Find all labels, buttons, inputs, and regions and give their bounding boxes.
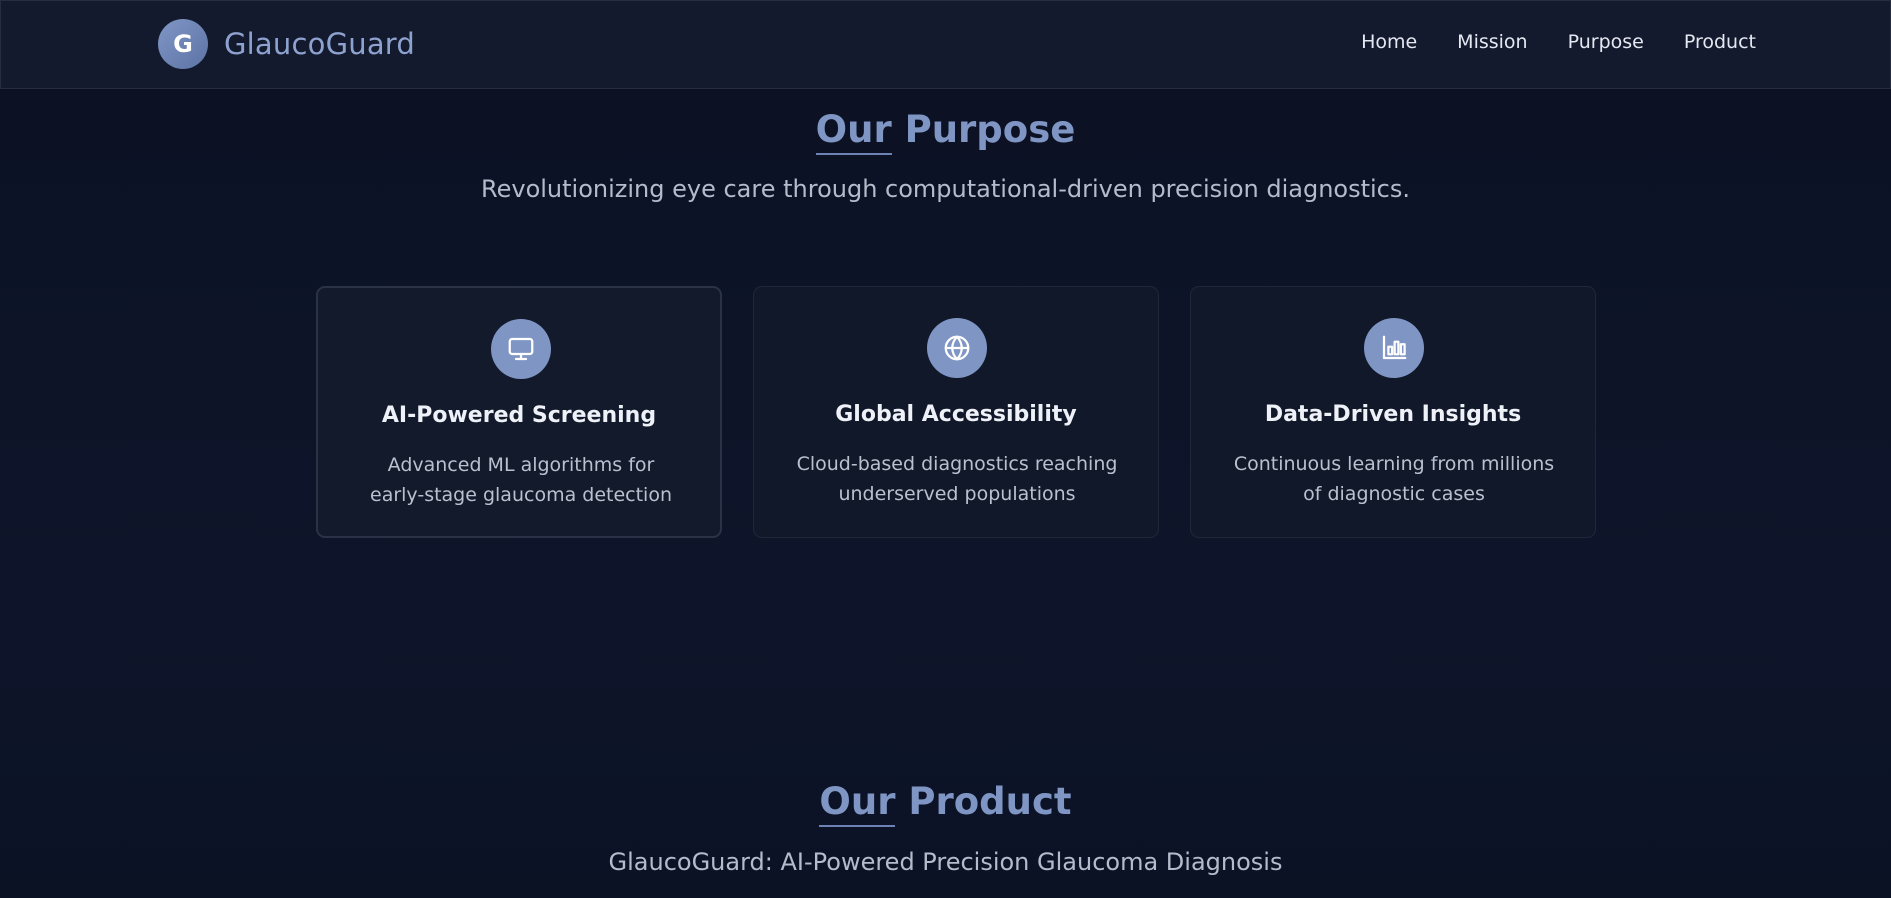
nav-link-home[interactable]: Home [1361, 31, 1417, 53]
product-title: Our Product [0, 780, 1891, 827]
purpose-subtitle: Revolutionizing eye care through computa… [481, 175, 1410, 203]
nav-links: Home Mission Purpose Product [1361, 31, 1756, 53]
card-description: Cloud-based diagnostics reaching underse… [796, 453, 1118, 505]
product-subtitle: GlaucoGuard: AI-Powered Precision Glauco… [608, 848, 1283, 876]
card-title: Global Accessibility [835, 402, 1077, 427]
card-data-insights[interactable]: Data-Driven Insights Continuous learning… [1190, 286, 1596, 538]
logo-icon: G [158, 19, 208, 69]
nav-link-product[interactable]: Product [1684, 31, 1756, 53]
card-global-accessibility[interactable]: Global Accessibility Cloud-based diagnos… [753, 286, 1159, 538]
monitor-icon [491, 319, 551, 379]
brand-name: GlaucoGuard [224, 27, 416, 61]
purpose-title-underlined: Our [815, 108, 892, 155]
brand[interactable]: G GlaucoGuard [158, 19, 415, 69]
card-title: Data-Driven Insights [1264, 402, 1522, 427]
nav-link-purpose[interactable]: Purpose [1568, 31, 1644, 53]
purpose-title: Our Purpose [0, 108, 1891, 155]
bar-chart-icon [1364, 318, 1424, 378]
card-ai-screening[interactable]: AI-Powered Screening Advanced ML algorit… [316, 286, 722, 538]
purpose-title-rest: Purpose [904, 108, 1076, 151]
globe-icon [927, 318, 987, 378]
top-navbar: G GlaucoGuard Home Mission Purpose Produ… [0, 0, 1891, 89]
card-title: AI-Powered Screening [381, 403, 657, 428]
nav-link-mission[interactable]: Mission [1457, 31, 1527, 53]
card-description: Continuous learning from millions of dia… [1233, 453, 1555, 505]
logo-letter: G [173, 30, 193, 58]
product-title-rest: Product [908, 780, 1072, 823]
card-description: Advanced ML algorithms for early-stage g… [370, 454, 672, 506]
product-title-underlined: Our [819, 780, 896, 827]
